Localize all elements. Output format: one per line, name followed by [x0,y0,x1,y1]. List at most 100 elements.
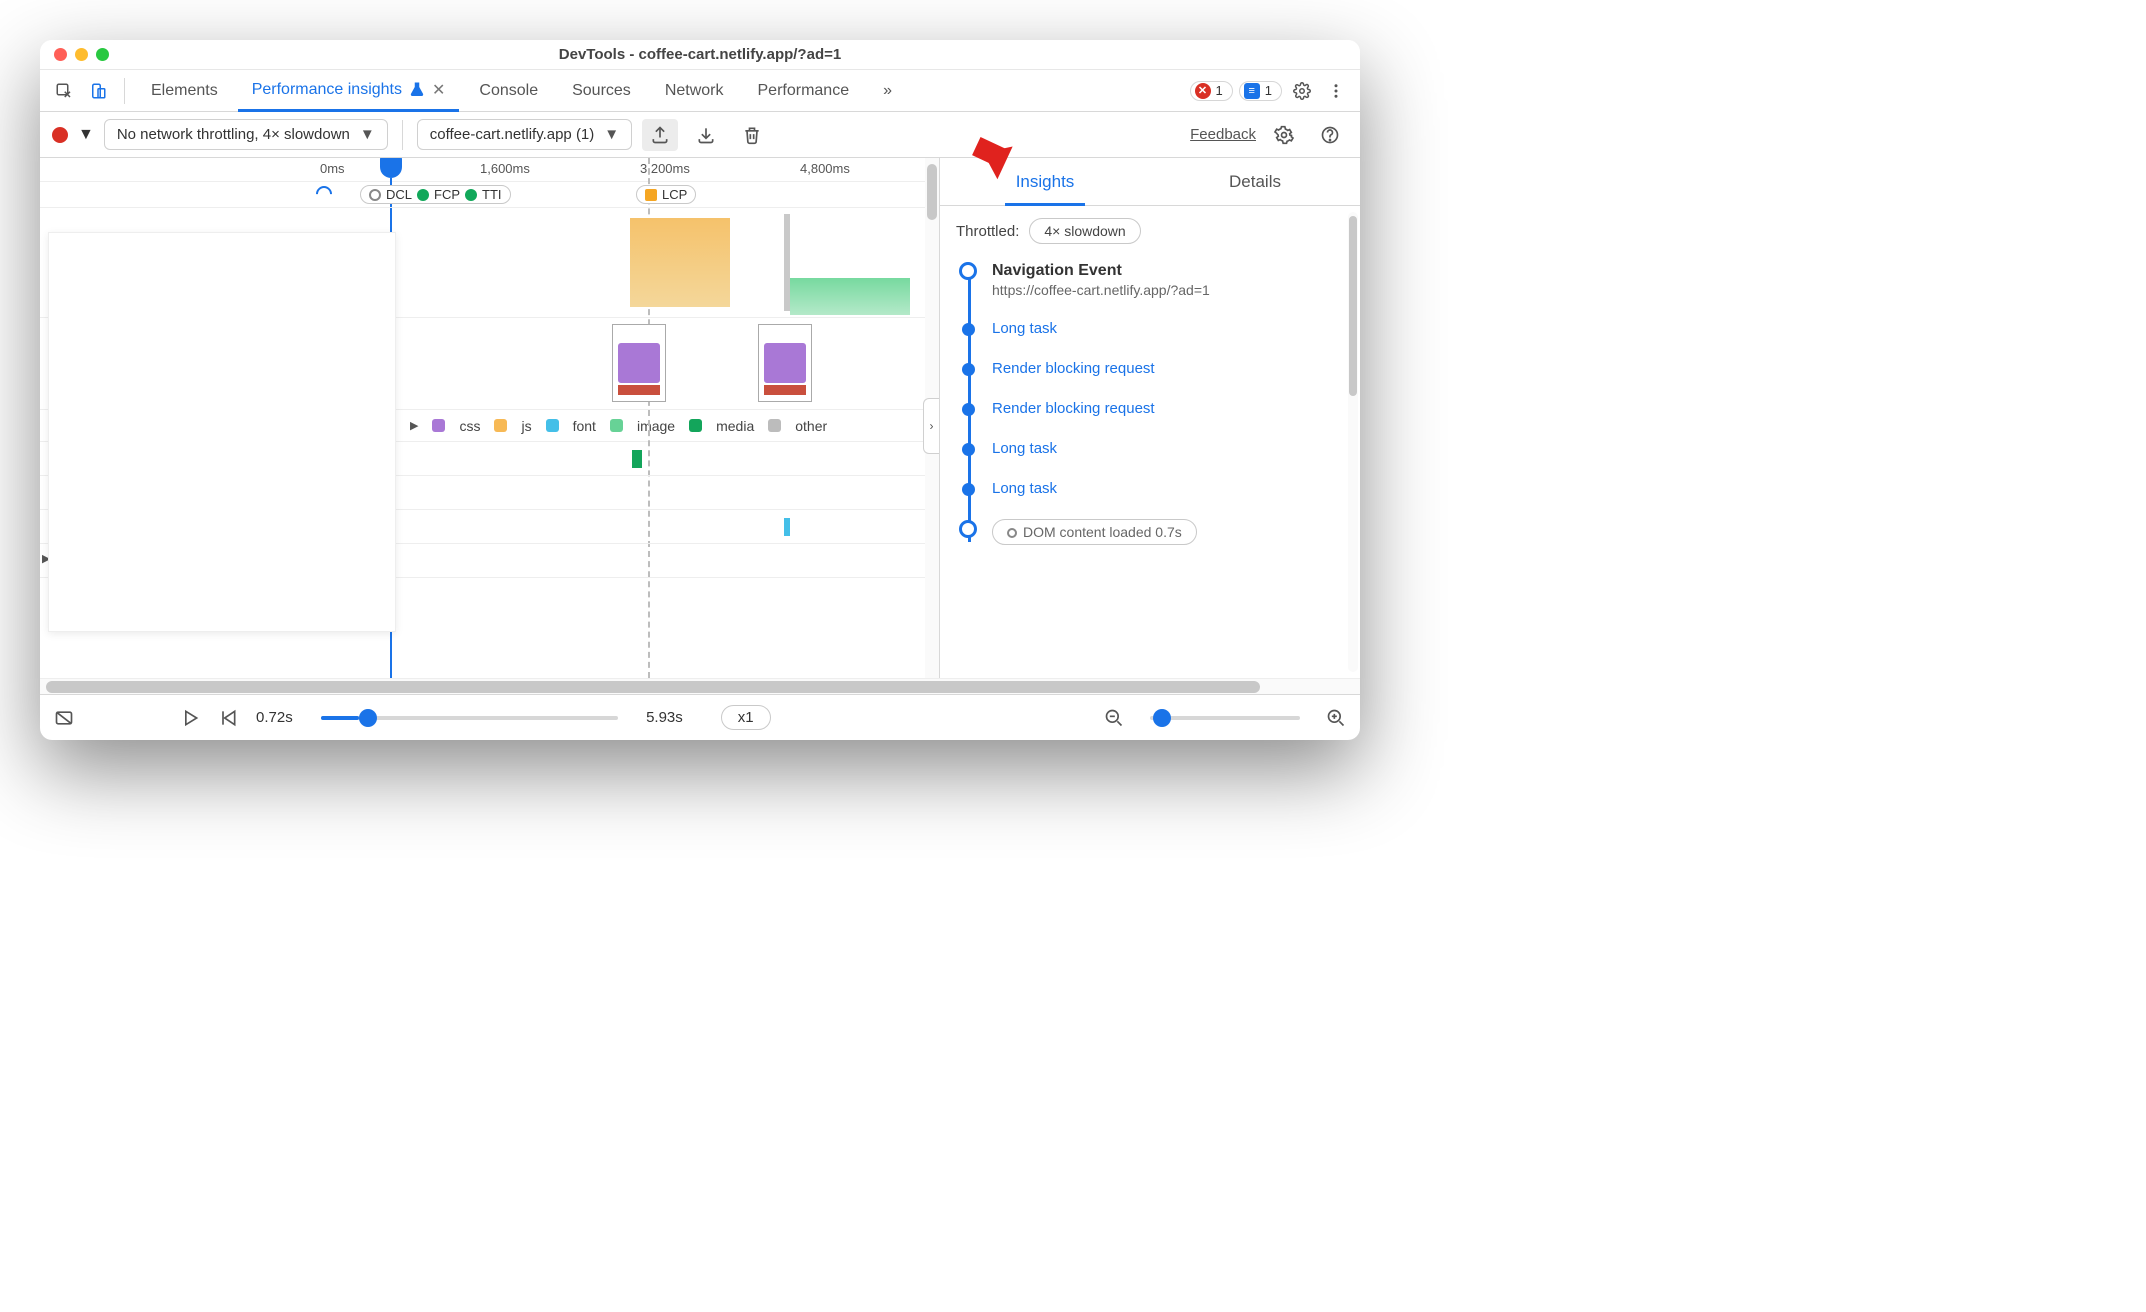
insight-item[interactable]: Long task [992,480,1344,498]
throttled-label: Throttled: [956,223,1019,240]
circle-icon [1007,528,1017,538]
legend-label: js [521,418,531,434]
export-button[interactable] [642,119,678,151]
rewind-button[interactable] [218,708,238,728]
annotation-arrow [965,122,1025,172]
tab-network[interactable]: Network [651,70,738,111]
throttled-value-pill[interactable]: 4× slowdown [1029,218,1140,244]
insight-link[interactable]: Long task [992,320,1057,337]
swatch-icon [768,419,781,432]
insight-url: https://coffee-cart.netlify.app/?ad=1 [992,282,1344,298]
insight-item[interactable]: Long task [992,320,1344,338]
tab-performance-insights[interactable]: Performance insights ✕ [238,71,460,112]
bullet-icon [959,520,977,538]
error-count: 1 [1216,83,1223,98]
error-count-badge[interactable]: ✕ 1 [1190,81,1233,101]
record-button[interactable] [52,127,68,143]
session-label: coffee-cart.netlify.app (1) [430,126,595,143]
resource-bar[interactable] [784,518,790,536]
device-toolbar-icon[interactable] [84,77,112,105]
bullet-icon [962,323,975,336]
record-menu-caret[interactable]: ▼ [78,126,94,144]
ruler-tick: 0ms [320,161,345,176]
insight-link[interactable]: Render blocking request [992,360,1155,377]
screenshot-thumbnail[interactable] [758,324,812,402]
marker-lcp[interactable]: LCP [636,185,696,204]
insight-link[interactable]: Long task [992,440,1057,457]
tab-sources[interactable]: Sources [558,70,645,111]
tab-label: Performance insights [252,81,402,99]
delete-button[interactable] [734,119,770,151]
import-button[interactable] [688,119,724,151]
main-body: 0ms 1,600ms 3,200ms 4,800ms DCL FCP TTI [40,158,1360,678]
tab-performance[interactable]: Performance [744,70,864,111]
nav-start-icon [313,183,336,206]
throttling-select[interactable]: No network throttling, 4× slowdown ▼ [104,119,388,150]
playback-start-time: 0.72s [256,709,293,726]
insight-link[interactable]: Render blocking request [992,400,1155,417]
window-titlebar: DevTools - coffee-cart.netlify.app/?ad=1 [40,40,1360,70]
play-button[interactable] [180,708,200,728]
playback-end-time: 5.93s [646,709,683,726]
scrollbar[interactable] [1348,212,1358,672]
preview-popup [48,232,396,632]
sidebar-toggle[interactable]: › [923,398,939,454]
message-count-badge[interactable]: ≡ 1 [1239,81,1282,101]
close-tab-icon[interactable]: ✕ [432,80,445,100]
bullet-icon [962,363,975,376]
insight-link[interactable]: Long task [992,480,1057,497]
zoom-out-icon[interactable] [1104,708,1124,728]
swatch-icon [610,419,623,432]
tab-label: Sources [572,82,631,100]
session-select[interactable]: coffee-cart.netlify.app (1) ▼ [417,119,632,150]
devtools-window: DevTools - coffee-cart.netlify.app/?ad=1… [40,40,1360,740]
devtools-tabs: Elements Performance insights ✕ Console … [40,70,1360,112]
marker-dcl[interactable]: DCL FCP TTI [360,185,511,204]
window-title: DevTools - coffee-cart.netlify.app/?ad=1 [40,46,1360,63]
settings-icon[interactable] [1288,77,1316,105]
horizontal-scrollbar[interactable] [40,678,1360,694]
dcl-text: DOM content loaded 0.7s [1023,524,1182,540]
timeline-pane[interactable]: 0ms 1,600ms 3,200ms 4,800ms DCL FCP TTI [40,158,940,678]
time-ruler: 0ms 1,600ms 3,200ms 4,800ms [40,158,939,182]
zoom-slider[interactable] [1150,716,1300,720]
insight-dcl[interactable]: DOM content loaded 0.7s [992,520,1344,542]
ruler-tick: 4,800ms [800,161,850,176]
playback-speed[interactable]: x1 [721,705,771,730]
tab-label: Performance [758,82,850,100]
legend-label: font [573,418,596,434]
help-icon[interactable] [1312,119,1348,151]
legend-label: media [716,418,754,434]
throttle-summary: Throttled: 4× slowdown [956,218,1344,244]
legend-label: css [459,418,480,434]
chevrons-icon: » [883,82,892,100]
kebab-menu-icon[interactable] [1322,77,1350,105]
dot-icon [465,189,477,201]
insight-navigation-event[interactable]: Navigation Event https://coffee-cart.net… [992,262,1344,298]
inspect-element-icon[interactable] [50,77,78,105]
insights-body[interactable]: Throttled: 4× slowdown Navigation Event … [940,206,1360,678]
tab-elements[interactable]: Elements [137,70,232,111]
insight-item[interactable]: Long task [992,440,1344,458]
insights-timeline: Navigation Event https://coffee-cart.net… [956,262,1344,542]
bullet-icon [962,483,975,496]
more-tabs-button[interactable]: » [869,70,906,111]
marker-label: TTI [482,187,502,202]
marker-label: LCP [662,187,687,202]
tab-console[interactable]: Console [465,70,552,111]
metrics-markers: DCL FCP TTI LCP [40,182,939,208]
screenshot-thumbnail[interactable] [612,324,666,402]
zoom-in-icon[interactable] [1326,708,1346,728]
insights-pane: Insights Details Throttled: 4× slowdown … [940,158,1360,678]
message-icon: ≡ [1244,83,1260,99]
no-recording-icon[interactable] [54,708,74,728]
overview-block [790,278,910,315]
feedback-link[interactable]: Feedback [1190,126,1256,143]
tab-details[interactable]: Details [1150,158,1360,205]
resource-bar[interactable] [632,450,642,468]
panel-settings-icon[interactable] [1266,119,1302,151]
insight-item[interactable]: Render blocking request [992,360,1344,378]
insight-item[interactable]: Render blocking request [992,400,1344,418]
playback-slider[interactable] [321,716,618,720]
divider [402,120,403,150]
